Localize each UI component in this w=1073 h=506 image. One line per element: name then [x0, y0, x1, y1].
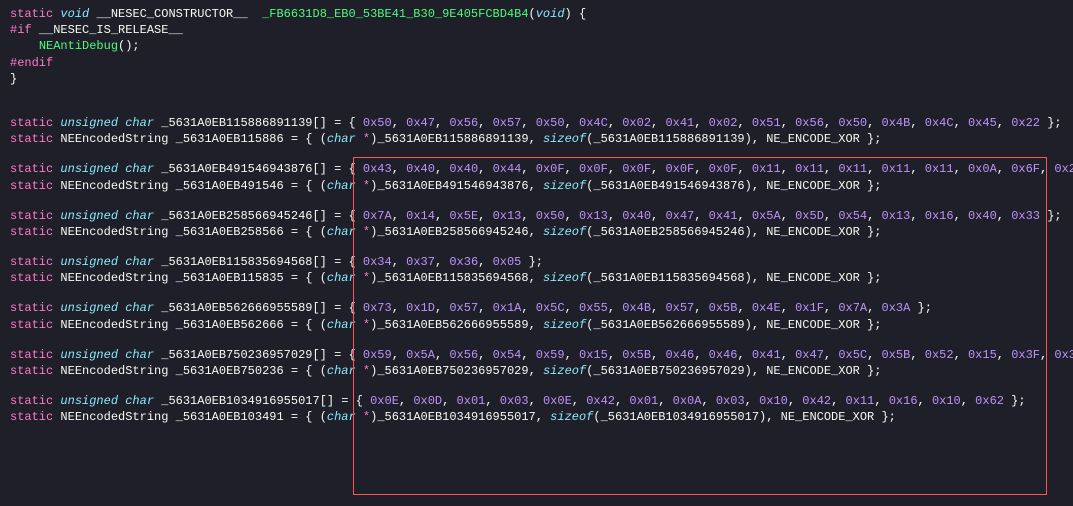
code-line: static NEEncodedString _5631A0EB562666 =… [10, 317, 1063, 333]
code-line: static void __NESEC_CONSTRUCTOR__ _FB663… [10, 6, 1063, 22]
code-line: static unsigned char _5631A0EB5626669555… [10, 300, 1063, 316]
code-line: #if __NESEC_IS_RELEASE__ [10, 22, 1063, 38]
code-line: static NEEncodedString _5631A0EB258566 =… [10, 224, 1063, 240]
code-line: static NEEncodedString _5631A0EB491546 =… [10, 178, 1063, 194]
code-line: static unsigned char _5631A0EB1034916955… [10, 393, 1063, 409]
code-line: static unsigned char _5631A0EB1158356945… [10, 254, 1063, 270]
code-line: } [10, 71, 1063, 87]
code-line: static unsigned char _5631A0EB2585669452… [10, 208, 1063, 224]
code-line: static NEEncodedString _5631A0EB115886 =… [10, 131, 1063, 147]
code-line: static NEEncodedString _5631A0EB750236 =… [10, 363, 1063, 379]
code-line: static NEEncodedString _5631A0EB115835 =… [10, 270, 1063, 286]
code-line: NEAntiDebug(); [10, 38, 1063, 54]
code-line: static unsigned char _5631A0EB7502369570… [10, 347, 1063, 363]
code-line: static unsigned char _5631A0EB4915469438… [10, 161, 1063, 177]
code-line: #endif [10, 55, 1063, 71]
code-editor: static void __NESEC_CONSTRUCTOR__ _FB663… [0, 0, 1073, 432]
code-line: static NEEncodedString _5631A0EB103491 =… [10, 409, 1063, 425]
code-line: static unsigned char _5631A0EB1158868911… [10, 115, 1063, 131]
